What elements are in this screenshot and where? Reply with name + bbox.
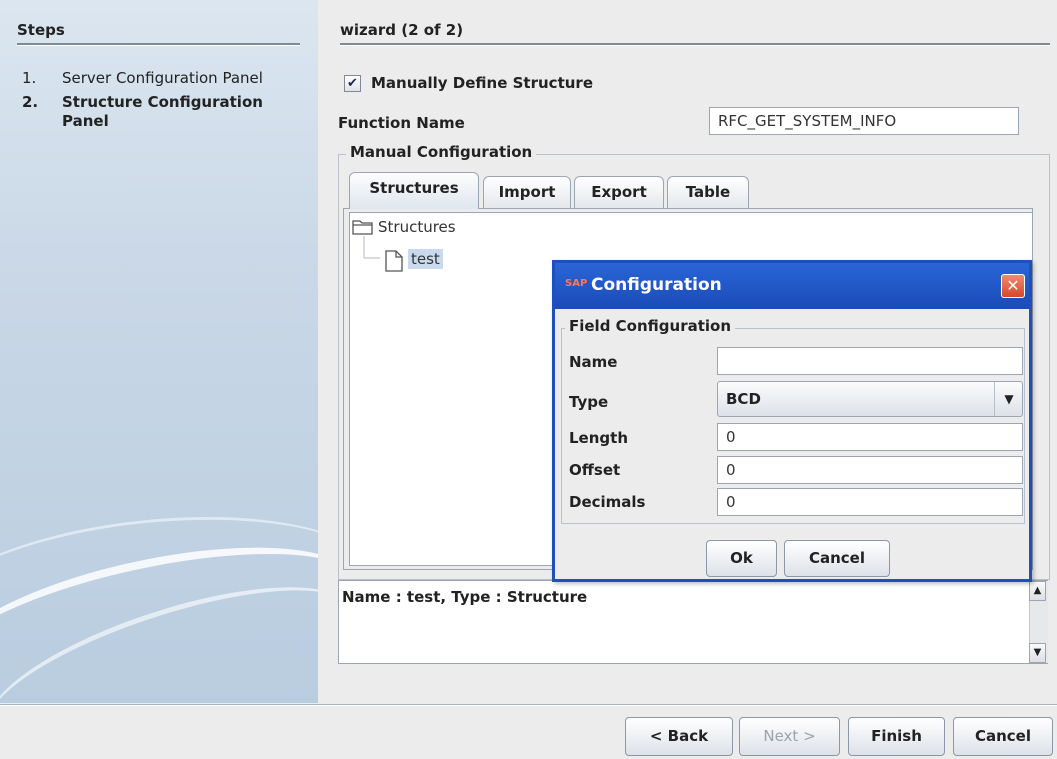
tree-root-structures[interactable]: Structures — [378, 218, 456, 236]
ok-button[interactable]: Ok — [706, 540, 777, 577]
document-icon — [385, 250, 403, 272]
manual-configuration-label: Manual Configuration — [346, 143, 537, 161]
decimals-label: Decimals — [569, 493, 646, 511]
tab-import[interactable]: Import — [483, 176, 571, 208]
scroll-up-arrow-icon[interactable]: ▲ — [1029, 581, 1046, 601]
wizard-title: wizard (2 of 2) — [340, 21, 464, 39]
cancel-button[interactable]: Cancel — [953, 717, 1053, 756]
decimals-field[interactable]: 0 — [717, 488, 1023, 516]
tab-export[interactable]: Export — [574, 176, 664, 208]
name-label: Name — [569, 353, 618, 371]
type-select[interactable]: BCD ▼ — [717, 381, 1023, 417]
sap-logo-icon: SAP — [565, 278, 588, 289]
steps-title: Steps — [17, 21, 65, 39]
manual-define-checkbox[interactable]: ✔ — [344, 75, 361, 92]
folder-icon — [352, 220, 373, 235]
finish-button[interactable]: Finish — [848, 717, 945, 756]
dialog-title: Configuration — [591, 275, 722, 295]
length-label: Length — [569, 429, 628, 447]
tab-table[interactable]: Table — [667, 176, 749, 208]
function-name-label: Function Name — [338, 114, 465, 132]
wizard-divider — [340, 43, 1050, 46]
offset-field[interactable]: 0 — [717, 456, 1023, 484]
step-2-number: 2. — [22, 93, 39, 111]
manual-define-label: Manually Define Structure — [371, 74, 593, 92]
description-text: Name : test, Type : Structure — [342, 588, 588, 606]
chevron-down-icon[interactable]: ▼ — [994, 382, 1023, 416]
step-2-label: Structure Configuration Panel — [62, 93, 263, 130]
step-1-label: Server Configuration Panel — [62, 69, 263, 87]
type-label: Type — [569, 393, 609, 411]
steps-divider — [17, 43, 300, 46]
back-button[interactable]: < Back — [625, 717, 733, 756]
step-1-number: 1. — [22, 69, 37, 87]
offset-label: Offset — [569, 461, 621, 479]
tree-connector — [363, 236, 380, 259]
type-select-value: BCD — [726, 390, 761, 408]
field-configuration-label: Field Configuration — [565, 317, 736, 335]
bottom-divider — [0, 704, 1057, 706]
tree-node-test[interactable]: test — [408, 249, 443, 269]
close-icon[interactable]: ✕ — [1001, 274, 1025, 298]
scroll-down-arrow-icon[interactable]: ▼ — [1029, 643, 1046, 663]
length-field[interactable]: 0 — [717, 423, 1023, 451]
configuration-dialog: SAP Configuration ✕ Field Configuration … — [552, 260, 1032, 582]
name-field[interactable] — [717, 347, 1023, 375]
next-button[interactable]: Next > — [739, 717, 840, 756]
tab-structures[interactable]: Structures — [349, 172, 479, 209]
dialog-cancel-button[interactable]: Cancel — [784, 540, 890, 577]
function-name-field[interactable]: RFC_GET_SYSTEM_INFO — [709, 107, 1019, 135]
dialog-title-bar[interactable]: SAP Configuration ✕ — [555, 263, 1029, 309]
